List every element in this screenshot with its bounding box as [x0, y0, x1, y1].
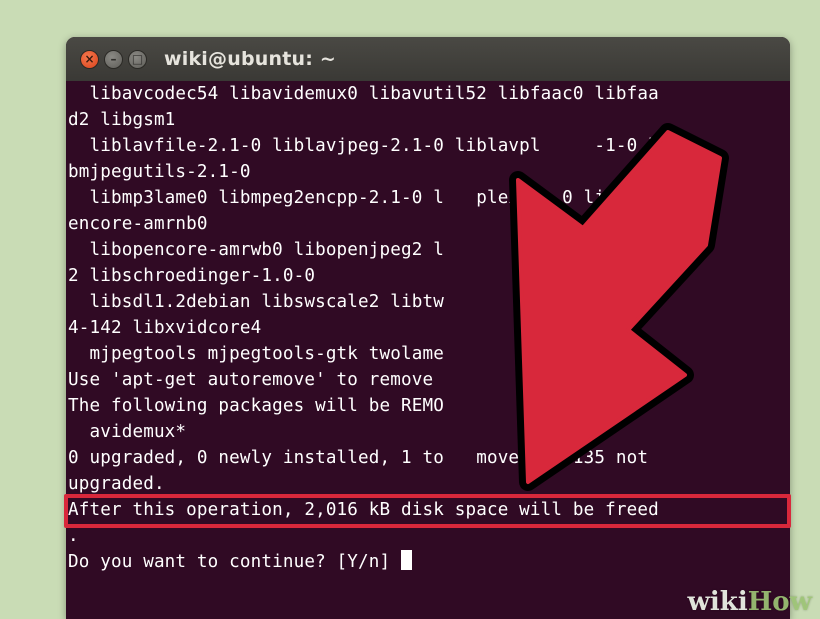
terminal-line: 0 upgraded, 0 newly installed, 1 to move… — [68, 448, 649, 468]
wikihow-watermark: wikiHow — [687, 587, 812, 617]
highlight-annotation-box — [64, 494, 791, 528]
title-bar: × – □ wiki@ubuntu: ~ — [66, 37, 790, 81]
terminal-line: 4-142 libxvidcore4 — [68, 318, 262, 338]
terminal-output[interactable]: libavcodec54 libavidemux0 libavutil52 li… — [66, 81, 790, 619]
maximize-button[interactable]: □ — [128, 49, 147, 69]
terminal-line: encore-amrnb0 — [68, 214, 208, 234]
terminal-line: mjpegtools mjpegtools-gtk twolame — [68, 344, 444, 364]
minimize-icon: – — [110, 52, 117, 66]
maximize-icon: □ — [131, 52, 144, 66]
terminal-line: bmjpegutils-2.1-0 — [68, 162, 251, 182]
terminal-line: 2 libschroedinger-1.0-0 — [68, 266, 316, 286]
continue-prompt: Do you want to continue? [Y/n] — [68, 552, 402, 572]
close-icon: × — [84, 52, 95, 66]
prompt-line[interactable]: Do you want to continue? [Y/n] — [68, 549, 790, 575]
terminal-line: The following packages will be REMO — [68, 396, 444, 416]
terminal-line: libopencore-amrwb0 libopenjpeg2 l quickt… — [68, 240, 627, 260]
terminal-line: liblavfile-2.1-0 liblavjpeg-2.1-0 liblav… — [68, 136, 670, 156]
terminal-line: libavcodec54 libavidemux0 libavutil52 li… — [68, 84, 659, 104]
terminal-line: d2 libgsm1 — [68, 110, 176, 130]
terminal-line: libmp3lame0 libmpeg2encpp-2.1-0 l plex1 … — [68, 188, 638, 208]
minimize-button[interactable]: – — [104, 49, 123, 69]
window-title: wiki@ubuntu: ~ — [164, 48, 336, 70]
terminal-line: libsdl1.2debian libswscale2 libtw bx26 — [68, 292, 616, 312]
text-cursor — [401, 550, 413, 570]
close-button[interactable]: × — [80, 49, 99, 69]
terminal-line: avidemux* — [68, 422, 187, 442]
terminal-line: Use 'apt-get autoremove' to remove — [68, 370, 434, 390]
terminal-window: × – □ wiki@ubuntu: ~ libavcodec54 libavi… — [66, 37, 790, 619]
